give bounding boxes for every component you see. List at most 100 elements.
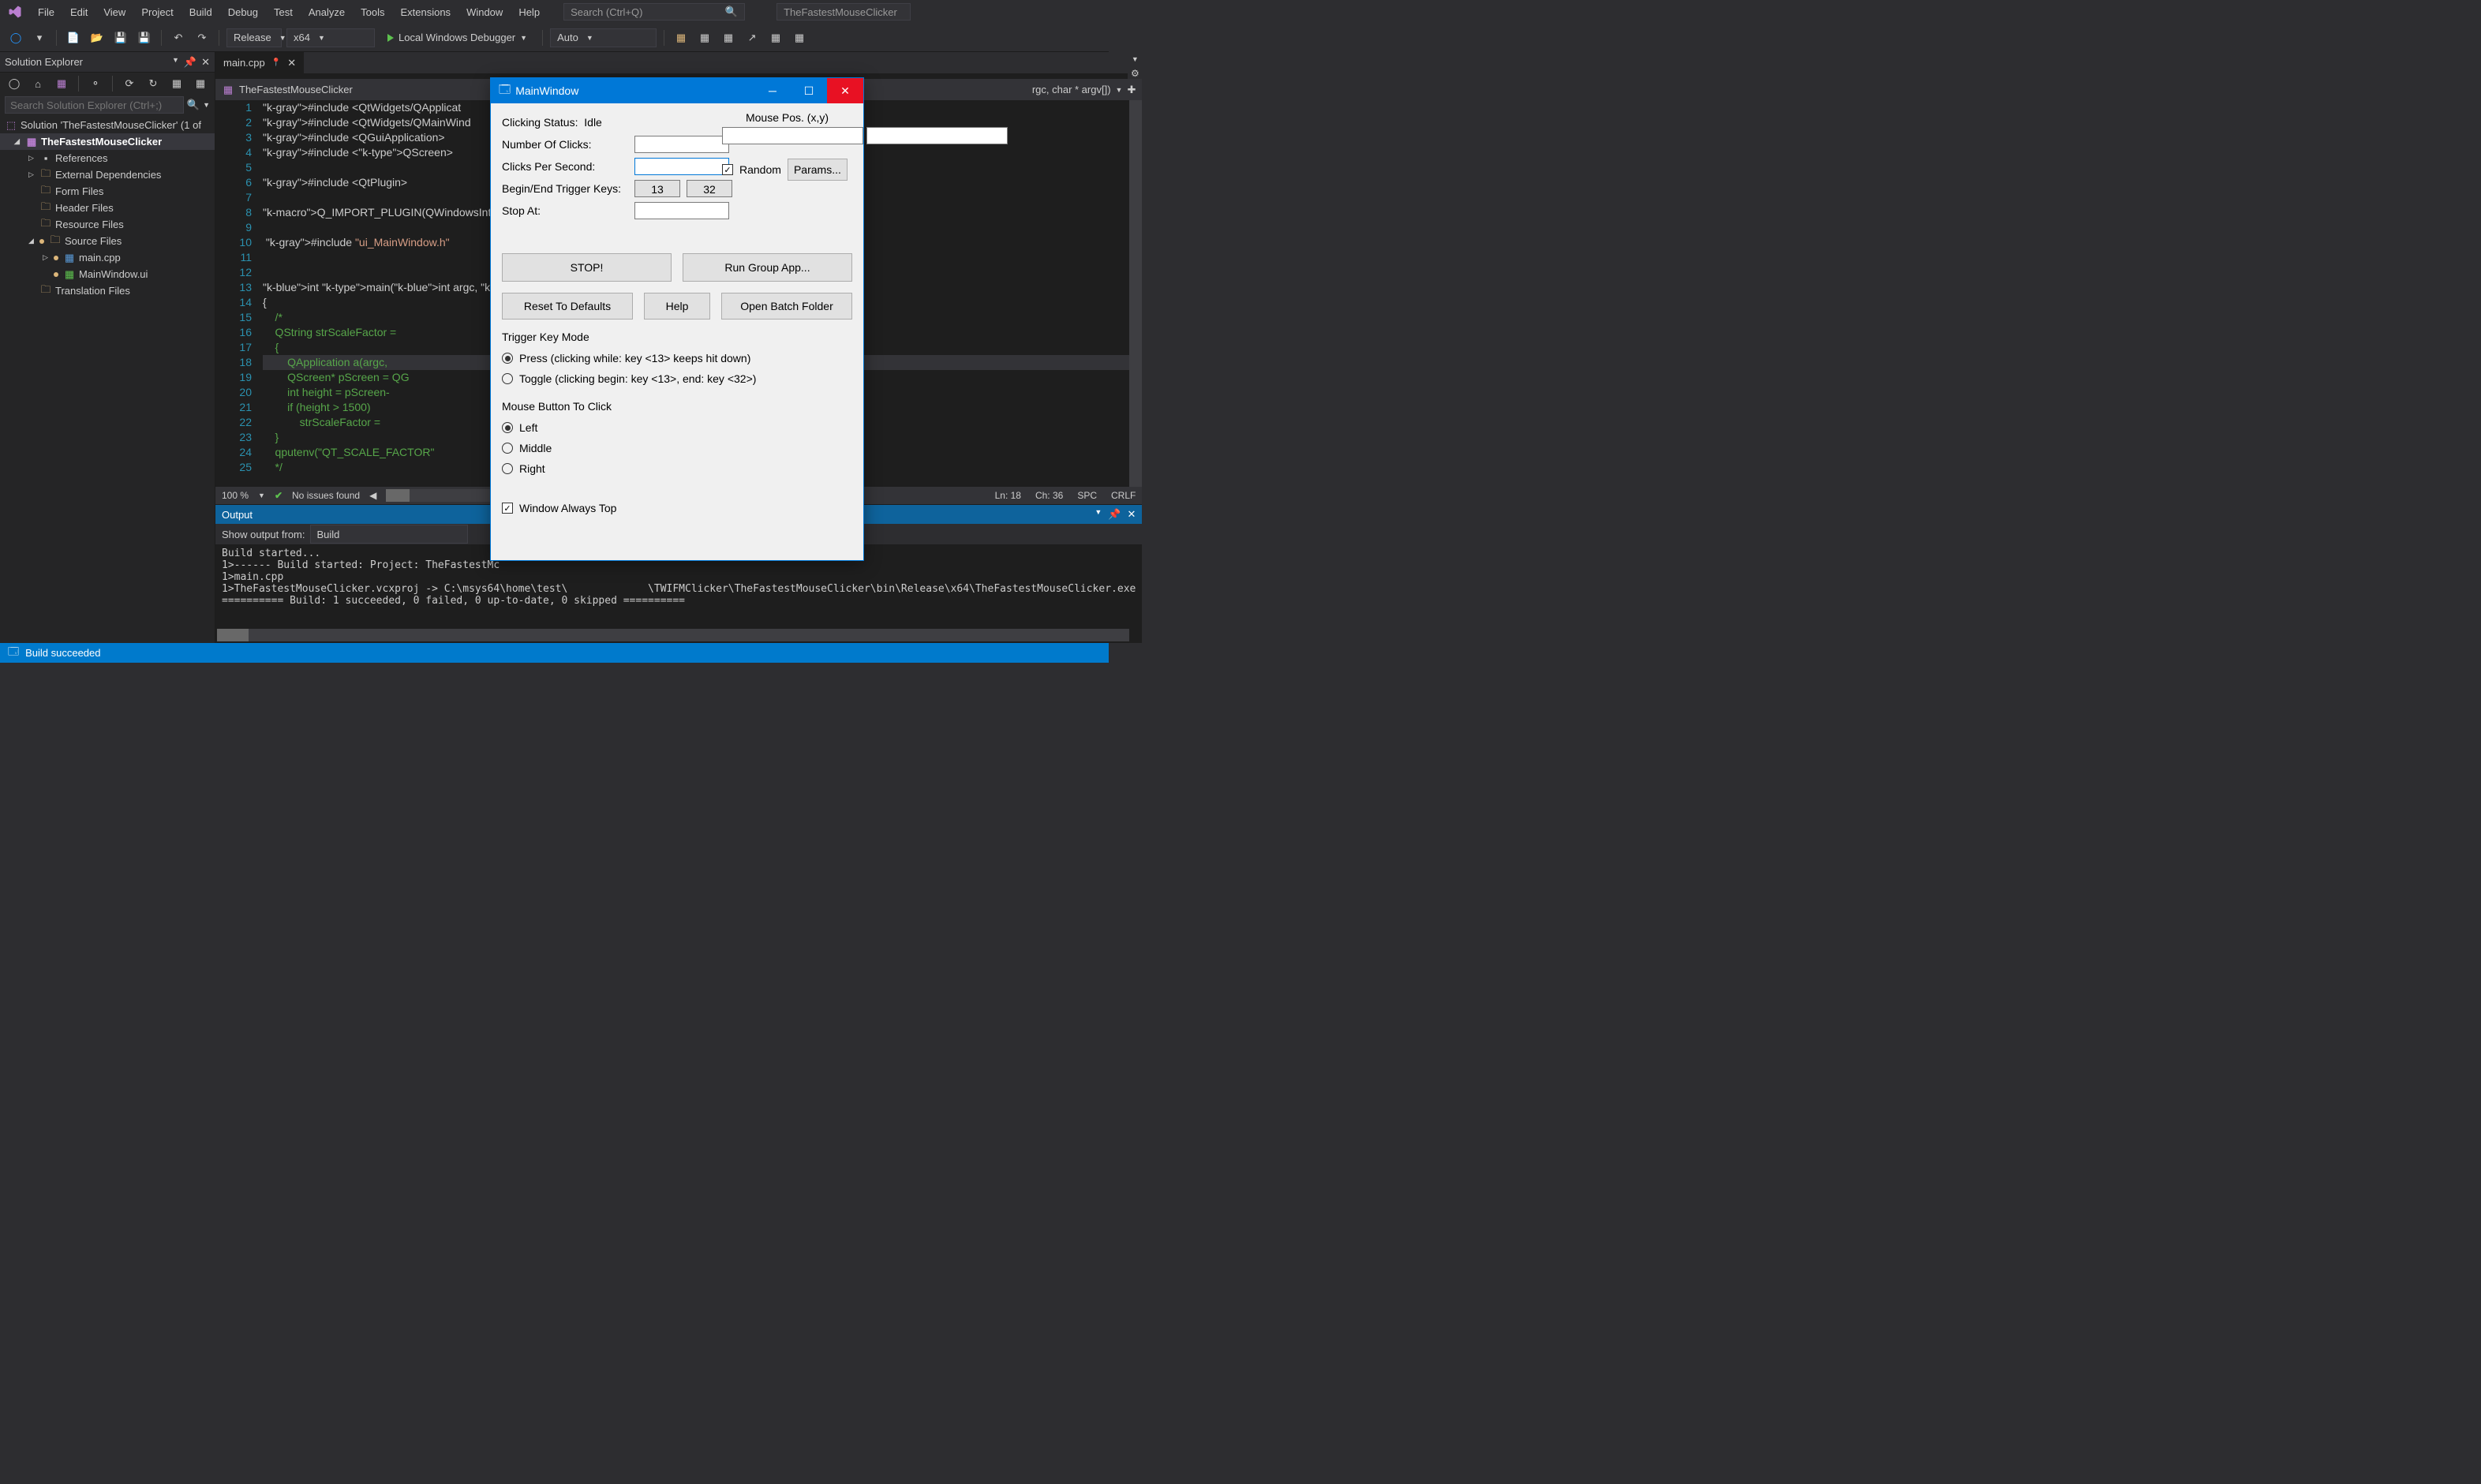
- cps-input[interactable]: [634, 158, 729, 175]
- stop-button[interactable]: STOP!: [502, 253, 672, 282]
- main-cpp-node[interactable]: ▷▦main.cpp: [0, 249, 215, 266]
- tb-icon-4[interactable]: ↗: [743, 28, 762, 47]
- menu-file[interactable]: File: [30, 3, 62, 21]
- pin-icon[interactable]: 📍: [271, 58, 281, 67]
- chevron-down-icon[interactable]: ▼: [1116, 86, 1123, 94]
- resource-files-node[interactable]: 🗀Resource Files: [0, 216, 215, 233]
- source-files-node[interactable]: ◢🗀Source Files: [0, 233, 215, 249]
- save-icon[interactable]: 💾: [111, 28, 130, 47]
- search-box[interactable]: Search (Ctrl+Q) 🔍: [563, 3, 745, 21]
- home-icon[interactable]: ◯: [5, 74, 24, 93]
- pin-icon[interactable]: 📌: [184, 56, 196, 69]
- home-icon[interactable]: ⌂: [28, 74, 47, 93]
- close-button[interactable]: ✕: [827, 78, 863, 103]
- undo-icon[interactable]: ↶: [169, 28, 188, 47]
- expand-icon[interactable]: ▷: [43, 253, 51, 262]
- project-node[interactable]: ◢ ▦ TheFastestMouseClicker: [0, 133, 215, 150]
- new-item-icon[interactable]: 📄: [64, 28, 83, 47]
- tb-icon-1[interactable]: ▦: [672, 28, 690, 47]
- tb-icon-6[interactable]: ▦: [790, 28, 809, 47]
- config-dropdown[interactable]: Release▼: [226, 28, 282, 47]
- radio-right[interactable]: Right: [502, 458, 852, 479]
- platform-dropdown[interactable]: x64▼: [286, 28, 375, 47]
- close-icon[interactable]: ✕: [1127, 508, 1136, 521]
- collapse-icon[interactable]: ▦: [167, 74, 186, 93]
- chevron-down-icon[interactable]: ▼: [1095, 508, 1102, 521]
- app-titlebar[interactable]: 🗔 MainWindow ─ ☐ ✕: [491, 78, 863, 103]
- split-icon[interactable]: ✚: [1127, 84, 1136, 96]
- menu-help[interactable]: Help: [511, 3, 548, 21]
- reset-button[interactable]: Reset To Defaults: [502, 293, 633, 320]
- params-button[interactable]: Params...: [788, 159, 848, 181]
- menu-test[interactable]: Test: [266, 3, 301, 21]
- mouse-x-input[interactable]: [722, 127, 863, 144]
- output-source-dropdown[interactable]: Build: [310, 525, 468, 544]
- show-all-icon[interactable]: ▦: [191, 74, 210, 93]
- tb-icon-3[interactable]: ▦: [719, 28, 738, 47]
- menu-tools[interactable]: Tools: [353, 3, 392, 21]
- chevron-down-icon[interactable]: ▼: [1132, 55, 1139, 63]
- expand-icon[interactable]: ◢: [28, 237, 36, 245]
- stop-at-input[interactable]: [634, 202, 729, 219]
- open-icon[interactable]: 📂: [88, 28, 107, 47]
- external-deps-node[interactable]: ▷🗀External Dependencies: [0, 166, 215, 183]
- search-icon[interactable]: 🔍: [187, 99, 200, 111]
- solution-root[interactable]: ⬚ Solution 'TheFastestMouseClicker' (1 o…: [0, 117, 215, 133]
- run-group-button[interactable]: Run Group App...: [683, 253, 852, 282]
- menu-project[interactable]: Project: [133, 3, 181, 21]
- sync-icon[interactable]: ⟳: [120, 74, 139, 93]
- num-clicks-input[interactable]: [634, 136, 729, 153]
- random-checkbox[interactable]: ✓: [722, 164, 733, 175]
- menu-extensions[interactable]: Extensions: [392, 3, 458, 21]
- expand-icon[interactable]: ▷: [28, 154, 36, 163]
- form-files-node[interactable]: 🗀Form Files: [0, 183, 215, 200]
- panel-dropdown-icon[interactable]: ▼: [172, 56, 179, 69]
- menu-view[interactable]: View: [95, 3, 133, 21]
- radio-left[interactable]: Left: [502, 417, 852, 438]
- save-all-icon[interactable]: 💾: [135, 28, 154, 47]
- zoom-level[interactable]: 100 %: [222, 490, 249, 501]
- refresh-icon[interactable]: ↻: [144, 74, 163, 93]
- breadcrumb-function[interactable]: rgc, char * argv[]): [1032, 84, 1111, 95]
- chevron-down-icon[interactable]: ▼: [203, 101, 210, 109]
- close-icon[interactable]: ✕: [201, 56, 210, 69]
- help-button[interactable]: Help: [644, 293, 710, 320]
- pending-icon[interactable]: ⚬: [86, 74, 105, 93]
- close-icon[interactable]: ✕: [287, 57, 296, 69]
- auto-dropdown[interactable]: Auto▼: [550, 28, 657, 47]
- switch-view-icon[interactable]: ▦: [52, 74, 71, 93]
- issues-label[interactable]: No issues found: [292, 490, 360, 501]
- editor-tab-main-cpp[interactable]: main.cpp 📍 ✕: [215, 52, 304, 73]
- nav-fwd-icon[interactable]: ▾: [30, 28, 49, 47]
- menu-debug[interactable]: Debug: [220, 3, 266, 21]
- radio-toggle[interactable]: Toggle (clicking begin: key <13>, end: k…: [502, 368, 852, 389]
- radio-press[interactable]: Press (clicking while: key <13> keeps hi…: [502, 348, 852, 368]
- minimize-button[interactable]: ─: [754, 78, 791, 103]
- output-scrollbar-horizontal[interactable]: [217, 629, 1129, 641]
- menu-build[interactable]: Build: [181, 3, 220, 21]
- menu-edit[interactable]: Edit: [62, 3, 95, 21]
- maximize-button[interactable]: ☐: [791, 78, 827, 103]
- open-batch-button[interactable]: Open Batch Folder: [721, 293, 852, 320]
- always-top-checkbox[interactable]: ✓: [502, 503, 513, 514]
- pin-icon[interactable]: 📌: [1108, 508, 1121, 521]
- tb-icon-2[interactable]: ▦: [695, 28, 714, 47]
- trigger-key1[interactable]: 13: [634, 180, 680, 197]
- expand-icon[interactable]: ◢: [14, 137, 22, 146]
- translation-files-node[interactable]: 🗀Translation Files: [0, 282, 215, 299]
- tb-icon-5[interactable]: ▦: [766, 28, 785, 47]
- editor-scrollbar-vertical[interactable]: [1129, 100, 1142, 487]
- breadcrumb-project[interactable]: TheFastestMouseClicker: [239, 84, 353, 95]
- header-files-node[interactable]: 🗀Header Files: [0, 200, 215, 216]
- mainwindow-ui-node[interactable]: ▦MainWindow.ui: [0, 266, 215, 282]
- expand-icon[interactable]: ▷: [28, 170, 36, 179]
- menu-analyze[interactable]: Analyze: [301, 3, 353, 21]
- gear-icon[interactable]: ⚙: [1131, 68, 1139, 79]
- radio-middle[interactable]: Middle: [502, 438, 852, 458]
- mouse-y-input[interactable]: [866, 127, 1008, 144]
- redo-icon[interactable]: ↷: [193, 28, 211, 47]
- always-top-row[interactable]: ✓ Window Always Top: [502, 498, 852, 518]
- nav-left-icon[interactable]: ◀: [369, 490, 376, 501]
- chevron-down-icon[interactable]: ▼: [258, 492, 265, 499]
- project-name-box[interactable]: TheFastestMouseClicker: [776, 3, 911, 21]
